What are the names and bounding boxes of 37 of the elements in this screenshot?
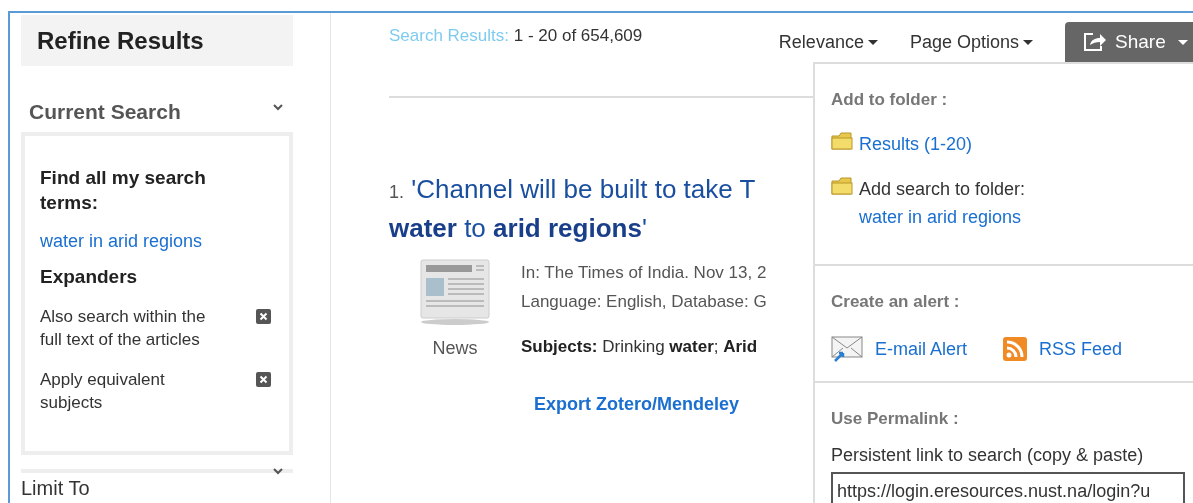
folder-icon [831, 177, 853, 195]
chevron-down-icon[interactable] [273, 468, 283, 475]
item-type-label: News [432, 338, 478, 359]
share-icon [1083, 32, 1107, 52]
export-link[interactable]: Export Zotero/Mendeley [534, 394, 740, 415]
result-metadata: In: The Times of India. Nov 13, 2 [521, 262, 767, 284]
alert-link[interactable]: E-mail Alert [875, 338, 968, 360]
result-subjects: Subjects: Drinking water; Arid [521, 336, 759, 358]
alert-link[interactable]: RSS Feed [1039, 338, 1123, 360]
add-search-label: Add search to folder: [859, 179, 1026, 200]
expander-label: Apply equivalent subjects [40, 369, 166, 414]
sort-menu[interactable]: Page Options [909, 31, 1033, 53]
rss-icon [1003, 337, 1028, 361]
expanders-heading: Expanders [40, 266, 139, 288]
search-terms-label: Find all my search terms: [40, 166, 207, 215]
section-heading: Limit To [21, 478, 90, 498]
search-query-link[interactable]: water in arid regions [40, 231, 203, 252]
results-count: Search Results: 1 - 20 of 654,609 [389, 26, 643, 47]
result-metadata: Language: English, Database: G [521, 291, 767, 313]
menu-heading: Create an alert : [831, 291, 961, 312]
section-heading: Current Search [29, 100, 181, 124]
newspaper-icon [418, 258, 492, 326]
menu-heading: Add to folder : [831, 89, 949, 110]
add-results-link[interactable]: Results (1-20) [859, 134, 973, 155]
share-button[interactable]: Share [1065, 22, 1193, 62]
permalink-label: Persistent link to search (copy & paste) [831, 445, 1145, 466]
remove-icon[interactable] [256, 372, 271, 387]
menu-heading: Use Permalink : [831, 408, 960, 429]
folder-icon [831, 132, 853, 150]
sort-menu[interactable]: Relevance [778, 31, 878, 53]
envelope-icon [831, 336, 863, 362]
expander-label: Also search within the full text of the articles [40, 306, 207, 351]
add-search-link[interactable]: water in arid regions [859, 207, 1026, 228]
remove-icon[interactable] [256, 309, 271, 324]
permalink-field[interactable]: https://login.eresources.nust.na/login?u [831, 472, 1185, 503]
sidebar-title: Refine Results [21, 15, 293, 66]
chevron-down-icon[interactable] [273, 103, 283, 111]
